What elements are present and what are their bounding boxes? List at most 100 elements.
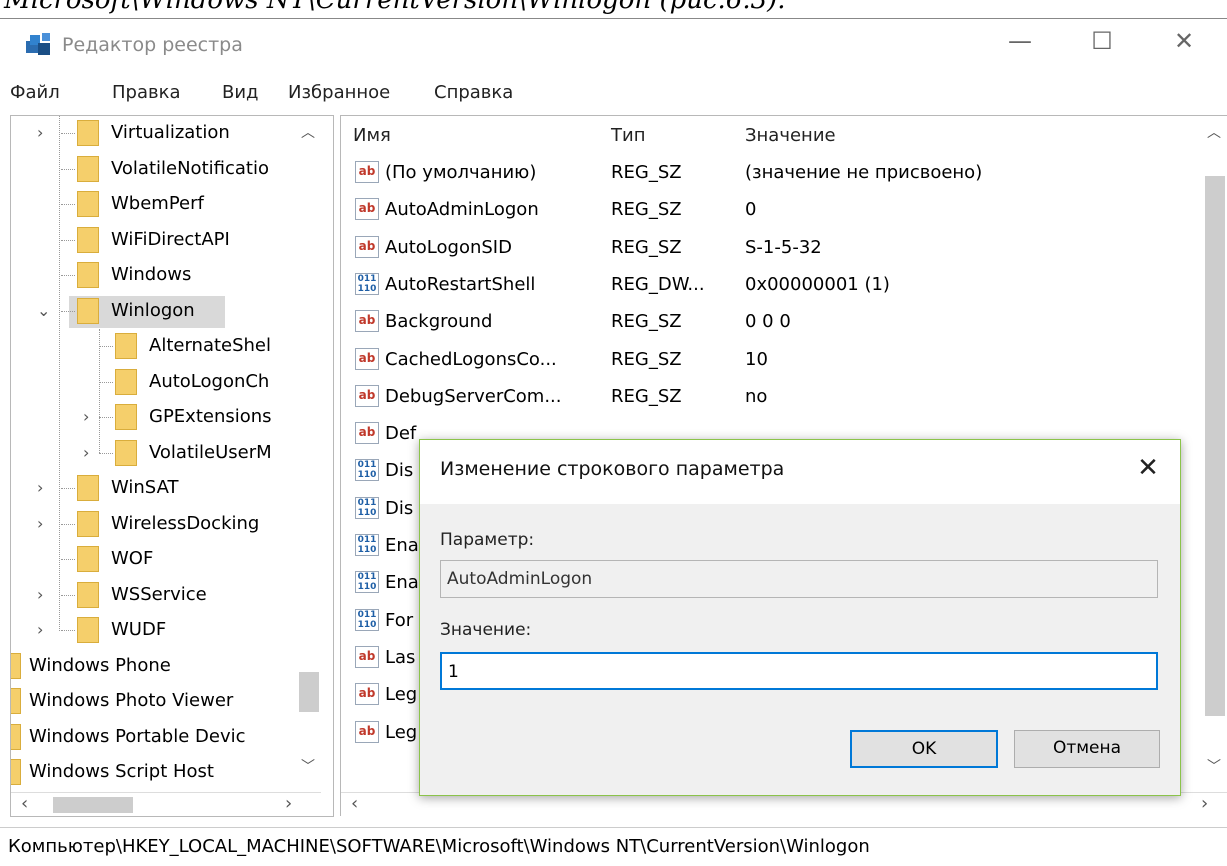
tree-item[interactable]: › WSService [11,578,297,612]
tree-item-label: WSService [111,583,207,605]
maximize-button[interactable]: ☐ [1062,19,1142,65]
value-type-cell: REG_SZ [611,311,682,333]
value-row[interactable]: ab CachedLogonsCo... REG_SZ 10 [341,341,1201,378]
key-tree-pane[interactable]: › Virtualization VolatileNotificatio WbemPe… [10,115,334,817]
expand-chevron-icon[interactable]: › [37,578,43,612]
binary-value-icon: 011 110 [355,272,379,295]
expand-chevron-icon[interactable]: › [37,471,43,505]
tree-item[interactable]: › Virtualization [11,116,297,150]
value-name-cell: Leg [385,684,418,706]
ok-button[interactable]: OK [850,730,998,768]
folder-icon [77,617,99,643]
folder-icon [77,155,99,182]
tree-item[interactable]: › WinSAT [11,471,297,505]
value-row[interactable]: ab (По умолчанию) REG_SZ (значение не присв… [341,154,1201,191]
tree-connector-line [99,452,113,454]
list-vertical-scrollbar[interactable]: ︿ ﹀ [1203,116,1227,792]
value-row[interactable]: ab DebugServerCom... REG_SZ no [341,378,1201,415]
value-value-cell: no [745,385,768,407]
value-value-cell: 0x00000001 (1) [745,273,890,295]
menu-help[interactable]: Справка [434,77,513,109]
value-row[interactable]: ab AutoAdminLogon REG_SZ 0 [341,191,1201,228]
menu-favorites[interactable]: Избранное [288,77,390,109]
menu-edit[interactable]: Правка [112,77,181,109]
binary-value-icon: 011 110 [355,534,379,556]
tree-item[interactable]: › WirelessDocking [11,507,297,541]
registry-editor-window: Редактор реестра — ☐ ✕ Файл Правка Вид И… [0,18,1227,866]
list-scroll-right-icon[interactable]: › [1201,793,1208,814]
scroll-up-icon[interactable]: ︿ [301,122,315,142]
cancel-button[interactable]: Отмена [1014,730,1160,768]
tree-connector-line [61,168,75,170]
value-type-cell: REG_DW... [611,273,705,295]
value-name-cell: For [385,609,414,631]
tree-connector-line [61,630,75,631]
tree-item[interactable]: Windows [11,258,297,292]
tree-hscroll-thumb[interactable] [53,797,133,813]
list-scroll-up-icon[interactable]: ︿ [1207,122,1221,142]
status-path: Компьютер\HKEY_LOCAL_MACHINE\SOFTWARE\Mi… [8,836,870,857]
tree-vertical-scrollbar[interactable]: ︿ ﹀ [297,116,321,792]
tree-connector-line [99,417,113,418]
tree-item[interactable]: › VolatileUserM [11,436,297,470]
tree-item[interactable]: ⌄ Winlogon [11,294,297,328]
tree-item[interactable]: WOF [11,542,297,576]
value-input[interactable]: 1 [440,652,1158,690]
tree-item-label: Winlogon [111,299,195,321]
tree-scroll-thumb[interactable] [299,672,319,712]
column-header-value[interactable]: Значение [745,116,836,156]
value-row[interactable]: ab Background REG_SZ 0 0 0 [341,303,1201,340]
collapse-chevron-icon[interactable]: ⌄ [37,294,50,328]
status-bar: Компьютер\HKEY_LOCAL_MACHINE\SOFTWARE\Mi… [0,827,1227,866]
value-type-cell: REG_SZ [611,162,682,183]
value-name-cell: Dis [385,497,414,519]
tree-horizontal-scrollbar[interactable]: ‹ › [11,792,321,816]
string-value-icon: ab [355,384,379,407]
menu-view[interactable]: Вид [222,77,259,109]
binary-value-icon: 011 110 [355,459,379,482]
expand-chevron-icon[interactable]: › [83,400,89,434]
list-scroll-left-icon[interactable]: ‹ [351,793,358,814]
value-row[interactable]: ab AutoLogonSID REG_SZ S-1-5-32 [341,229,1201,266]
tree-item[interactable]: Windows Script Host [11,755,297,789]
scroll-left-icon[interactable]: ‹ [21,793,28,814]
expand-chevron-icon[interactable]: › [37,507,43,541]
tree-item[interactable]: Windows Phone [11,649,297,683]
tree-item[interactable]: AlternateShel [11,329,297,363]
value-row[interactable]: 011 110 AutoRestartShell REG_DW... 0x000000… [341,266,1201,303]
tree-connector-line [61,133,75,134]
column-header-type[interactable]: Тип [611,116,645,156]
tree-connector-line [99,381,113,383]
tree-item[interactable]: › WUDF [11,613,297,647]
tree-item[interactable]: VolatileNotificatio [11,152,297,186]
column-header-name[interactable]: Имя [353,116,391,156]
scroll-down-icon[interactable]: ﹀ [301,756,315,776]
folder-icon [115,404,137,430]
string-value-icon: ab [355,720,379,743]
value-name-cell: DebugServerCom... [385,385,562,407]
expand-chevron-icon[interactable]: › [83,436,89,470]
folder-icon [77,262,99,288]
menu-file[interactable]: Файл [10,77,60,109]
expand-chevron-icon[interactable]: › [37,613,43,647]
tree-item[interactable]: AutoLogonCh [11,365,297,399]
expand-chevron-icon[interactable]: › [37,116,43,150]
tree-item[interactable]: WbemPerf [11,187,297,221]
tree-item[interactable]: Windows Portable Devic [11,720,297,754]
folder-icon [115,333,137,359]
tree-item[interactable]: › GPExtensions [11,400,297,434]
folder-icon [77,546,99,572]
minimize-button[interactable]: — [980,19,1060,65]
dialog-close-button[interactable]: ✕ [1128,448,1168,488]
close-button[interactable]: ✕ [1144,19,1224,65]
param-name-field: AutoAdminLogon [440,560,1158,598]
list-scroll-down-icon[interactable]: ﹀ [1207,756,1221,776]
scroll-right-icon[interactable]: › [285,793,292,814]
tree-item-label: WbemPerf [111,193,204,214]
tree-item[interactable]: WiFiDirectAPI [11,223,297,257]
folder-icon [115,368,137,395]
list-scroll-thumb[interactable] [1205,176,1225,716]
value-name-cell: Background [385,311,493,333]
value-name-cell: AutoLogonSID [385,236,512,258]
tree-item[interactable]: Windows Photo Viewer [11,684,297,718]
